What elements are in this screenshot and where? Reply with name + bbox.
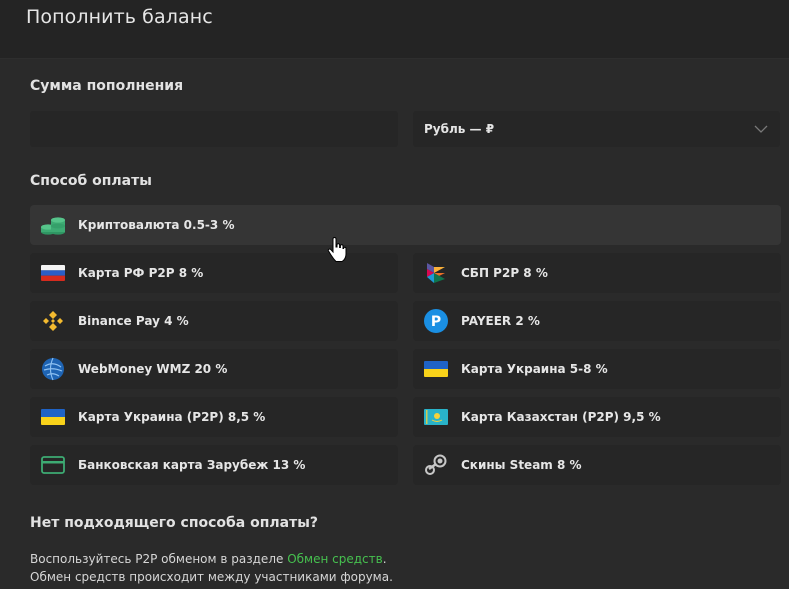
method-webmoney[interactable]: WebMoney WMZ 20 % bbox=[30, 349, 398, 389]
method-binance-pay[interactable]: Binance Pay 4 % bbox=[30, 301, 398, 341]
amount-input[interactable] bbox=[30, 111, 398, 147]
method-label: Карта Украина 5-8 % bbox=[461, 362, 608, 376]
note-line-2: Обмен средств происходит между участника… bbox=[30, 570, 393, 584]
kazakhstan-flag-icon bbox=[423, 404, 449, 430]
method-steam-skins[interactable]: Скины Steam 8 % bbox=[413, 445, 781, 485]
method-payeer[interactable]: P PAYEER 2 % bbox=[413, 301, 781, 341]
no-suitable-method-title: Нет подходящего способа оплаты? bbox=[30, 515, 319, 531]
method-label: Карта Украина (P2P) 8,5 % bbox=[78, 410, 266, 424]
method-label: СБП P2P 8 % bbox=[461, 266, 548, 280]
method-label: PAYEER 2 % bbox=[461, 314, 540, 328]
payeer-icon: P bbox=[423, 308, 449, 334]
method-bank-card-foreign[interactable]: Банковская карта Зарубеж 13 % bbox=[30, 445, 398, 485]
binance-icon bbox=[40, 308, 66, 334]
sbp-icon bbox=[423, 260, 449, 286]
method-card-rf-p2p[interactable]: Карта РФ P2P 8 % bbox=[30, 253, 398, 293]
ukraine-flag-icon bbox=[423, 356, 449, 382]
currency-select[interactable]: Рубль — ₽ bbox=[413, 111, 780, 147]
method-crypto[interactable]: Криптовалюта 0.5-3 % bbox=[30, 205, 781, 245]
method-label: Binance Pay 4 % bbox=[78, 314, 189, 328]
method-card-ukraine-p2p[interactable]: Карта Украина (P2P) 8,5 % bbox=[30, 397, 398, 437]
method-label: Криптовалюта 0.5-3 % bbox=[78, 218, 235, 232]
p2p-note: Воспользуйтесь P2P обменом в разделе Обм… bbox=[30, 550, 393, 586]
method-card-ukraine[interactable]: Карта Украина 5-8 % bbox=[413, 349, 781, 389]
bank-card-icon bbox=[40, 452, 66, 478]
coins-icon bbox=[40, 212, 66, 238]
ukraine-flag-icon bbox=[40, 404, 66, 430]
currency-select-value: Рубль — ₽ bbox=[424, 122, 495, 136]
method-label: Карта Казахстан (P2P) 9,5 % bbox=[461, 410, 661, 424]
svg-text:P: P bbox=[431, 314, 441, 330]
method-card-kazakhstan-p2p[interactable]: Карта Казахстан (P2P) 9,5 % bbox=[413, 397, 781, 437]
page-title: Пополнить баланс bbox=[26, 6, 213, 28]
method-sbp-p2p[interactable]: СБП P2P 8 % bbox=[413, 253, 781, 293]
note-text: . bbox=[382, 552, 387, 566]
note-text: Воспользуйтесь P2P обменом в разделе bbox=[30, 552, 288, 566]
method-label: Банковская карта Зарубеж 13 % bbox=[78, 458, 306, 472]
method-label: Карта РФ P2P 8 % bbox=[78, 266, 204, 280]
method-label: Скины Steam 8 % bbox=[461, 458, 582, 472]
amount-section-title: Сумма пополнения bbox=[30, 78, 184, 94]
note-line-1: Воспользуйтесь P2P обменом в разделе Обм… bbox=[30, 550, 393, 568]
chevron-down-icon bbox=[754, 125, 768, 133]
webmoney-icon bbox=[40, 356, 66, 382]
payment-section-title: Способ оплаты bbox=[30, 173, 152, 189]
method-label: WebMoney WMZ 20 % bbox=[78, 362, 228, 376]
steam-icon bbox=[423, 452, 449, 478]
page-header: Пополнить баланс bbox=[0, 0, 789, 59]
russia-flag-icon bbox=[40, 260, 66, 286]
exchange-link[interactable]: Обмен средств bbox=[287, 552, 383, 566]
